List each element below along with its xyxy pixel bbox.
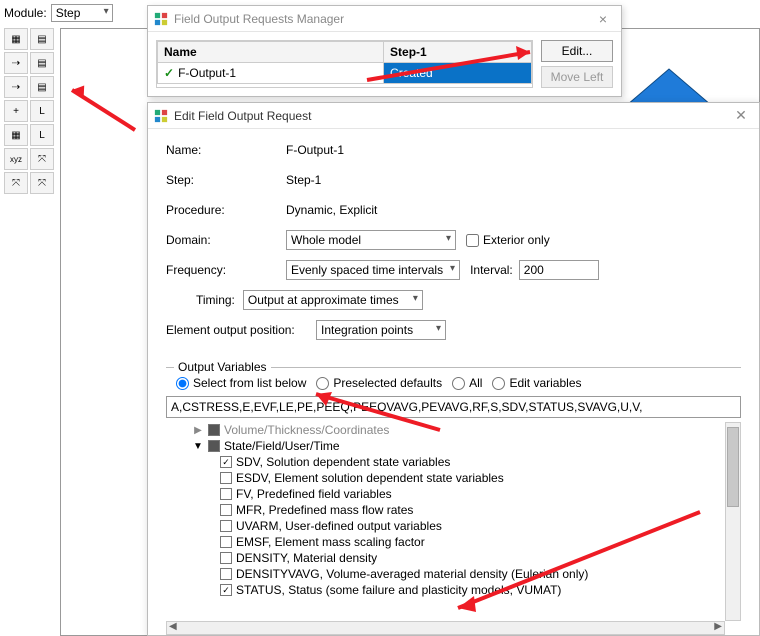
vertical-scrollbar[interactable] (725, 422, 741, 621)
tree-item[interactable]: ESDV, Element solution dependent state v… (166, 470, 725, 486)
tool-btn-4b[interactable]: L (30, 100, 54, 122)
tree-label: State/Field/User/Time (224, 439, 340, 453)
tool-btn-5a[interactable]: ▦ (4, 124, 28, 146)
radio-edit-vars[interactable]: Edit variables (492, 376, 581, 390)
module-label: Module: (4, 6, 47, 20)
radio-preselected[interactable]: Preselected defaults (316, 376, 442, 390)
tree-label: Volume/Thickness/Coordinates (224, 423, 389, 437)
row-status[interactable]: Created (384, 63, 532, 84)
tool-btn-3b[interactable]: ▤ (30, 76, 54, 98)
tree-checkbox[interactable] (208, 424, 220, 436)
tree-checkbox[interactable] (220, 568, 232, 580)
radio-select-list[interactable]: Select from list below (176, 376, 306, 390)
step-label: Step: (166, 173, 286, 187)
tree-checkbox[interactable] (220, 552, 232, 564)
edit-titlebar[interactable]: Edit Field Output Request ✕ (148, 103, 759, 129)
radio-all[interactable]: All (452, 376, 482, 390)
tool-btn-2a[interactable]: ⇢ (4, 52, 28, 74)
domain-select[interactable]: Whole model (286, 230, 456, 250)
output-variables-group: Output Variables (174, 360, 271, 374)
procedure-label: Procedure: (166, 203, 286, 217)
tree-checkbox[interactable] (208, 440, 220, 452)
tool-btn-5b[interactable]: L (30, 124, 54, 146)
tool-btn-2b[interactable]: ▤ (30, 52, 54, 74)
interval-input[interactable]: 200 (519, 260, 599, 280)
tree-item[interactable]: EMSF, Element mass scaling factor (166, 534, 725, 550)
frequency-label: Frequency: (166, 263, 286, 277)
elem-pos-label: Element output position: (166, 323, 316, 337)
elem-pos-select[interactable]: Integration points (316, 320, 446, 340)
edit-button[interactable]: Edit... (541, 40, 613, 62)
tree-label: DENSITY, Material density (236, 551, 377, 565)
expand-arrow-icon[interactable]: ▼ (192, 441, 204, 452)
manager-titlebar[interactable]: Field Output Requests Manager × (148, 6, 621, 32)
tree-checkbox[interactable] (220, 488, 232, 500)
tree-item[interactable]: MFR, Predefined mass flow rates (166, 502, 725, 518)
tree-label: UVARM, User-defined output variables (236, 519, 442, 533)
row-name: F-Output-1 (178, 66, 236, 80)
tree-item[interactable]: FV, Predefined field variables (166, 486, 725, 502)
tool-btn-6a[interactable]: xyz (4, 148, 28, 170)
variables-tree[interactable]: ▶ Volume/Thickness/Coordinates ▼ State/Fiel… (166, 422, 741, 635)
col-step[interactable]: Step-1 (384, 42, 532, 63)
domain-label: Domain: (166, 233, 286, 247)
module-select[interactable]: Step (51, 4, 113, 22)
tree-checkbox[interactable] (220, 504, 232, 516)
close-icon[interactable]: ✕ (729, 107, 753, 124)
interval-label: Interval: (470, 263, 513, 277)
app-icon (154, 109, 168, 123)
tree-checkbox[interactable] (220, 536, 232, 548)
exterior-only-checkbox[interactable]: Exterior only (466, 233, 550, 247)
app-icon (154, 12, 168, 26)
tree-checkbox[interactable] (220, 472, 232, 484)
timing-select[interactable]: Output at approximate times (243, 290, 423, 310)
module-value: Step (56, 6, 81, 20)
tool-btn-4a[interactable]: + (4, 100, 28, 122)
variables-input[interactable] (166, 396, 741, 418)
tree-label: EMSF, Element mass scaling factor (236, 535, 425, 549)
scrollbar-thumb[interactable] (727, 427, 739, 507)
expand-arrow-icon[interactable]: ▶ (192, 425, 204, 436)
step-value: Step-1 (286, 173, 321, 187)
tree-label: ESDV, Element solution dependent state v… (236, 471, 504, 485)
field-output-manager-dialog: Field Output Requests Manager × Name Ste… (147, 5, 622, 97)
tree-checkbox[interactable] (220, 584, 232, 596)
tree-label: SDV, Solution dependent state variables (236, 455, 450, 469)
tree-label: STATUS, Status (some failure and plastic… (236, 583, 561, 597)
tree-item[interactable]: DENSITY, Material density (166, 550, 725, 566)
tree-item[interactable]: ▼ State/Field/User/Time (166, 438, 725, 454)
manager-title: Field Output Requests Manager (174, 12, 344, 26)
tool-btn-1b[interactable]: ▤ (30, 28, 54, 50)
tool-btn-1a[interactable]: ▦ (4, 28, 28, 50)
horizontal-scrollbar[interactable] (166, 621, 725, 635)
tool-btn-6b[interactable]: ⤧ (30, 148, 54, 170)
tree-label: DENSITYVAVG, Volume-averaged material de… (236, 567, 588, 581)
timing-label: Timing: (196, 293, 235, 307)
frequency-select[interactable]: Evenly spaced time intervals (286, 260, 460, 280)
tree-item[interactable]: SDV, Solution dependent state variables (166, 454, 725, 470)
manager-table[interactable]: Name Step-1 ✓F-Output-1 Created (156, 40, 533, 88)
table-row[interactable]: ✓F-Output-1 Created (158, 63, 532, 84)
check-icon: ✓ (164, 66, 178, 80)
tool-btn-7a[interactable]: ⤧ (4, 172, 28, 194)
name-value: F-Output-1 (286, 143, 344, 157)
tree-item[interactable]: ▶ Volume/Thickness/Coordinates (166, 422, 725, 438)
name-label: Name: (166, 143, 286, 157)
edit-field-output-dialog: Edit Field Output Request ✕ Name:F-Outpu… (147, 102, 760, 636)
tool-btn-3a[interactable]: ⇢ (4, 76, 28, 98)
tree-checkbox[interactable] (220, 520, 232, 532)
col-name[interactable]: Name (158, 42, 384, 63)
tree-label: MFR, Predefined mass flow rates (236, 503, 413, 517)
edit-title: Edit Field Output Request (174, 109, 311, 123)
tree-checkbox[interactable] (220, 456, 232, 468)
move-left-button: Move Left (541, 66, 613, 88)
tree-item[interactable]: UVARM, User-defined output variables (166, 518, 725, 534)
tool-btn-7b[interactable]: ⤧ (30, 172, 54, 194)
procedure-value: Dynamic, Explicit (286, 203, 377, 217)
close-icon[interactable]: × (591, 11, 615, 27)
tree-item[interactable]: DENSITYVAVG, Volume-averaged material de… (166, 566, 725, 582)
tree-label: FV, Predefined field variables (236, 487, 392, 501)
tree-item[interactable]: STATUS, Status (some failure and plastic… (166, 582, 725, 598)
left-toolbar: ▦▤ ⇢▤ ⇢▤ +L ▦L xyz⤧ ⤧⤧ (4, 28, 54, 194)
